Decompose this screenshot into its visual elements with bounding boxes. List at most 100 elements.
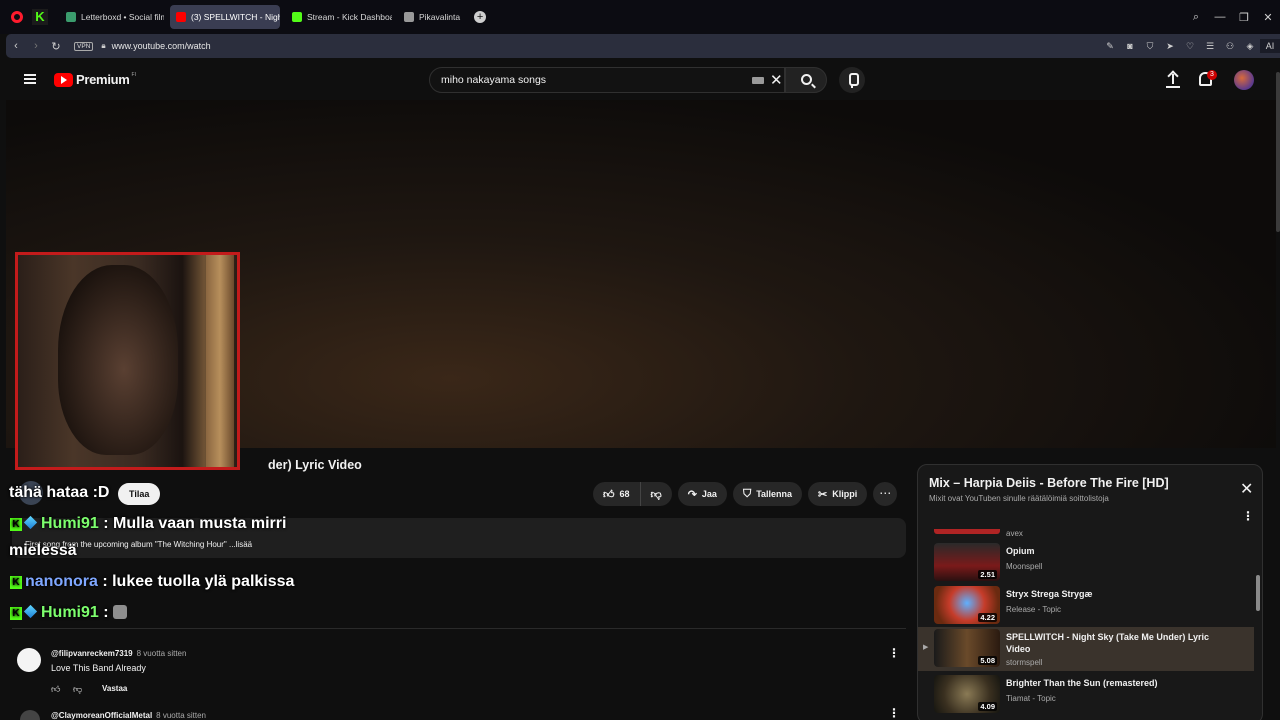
screen: K Letterboxd • Social film d (3) SPELLWI… (0, 0, 1280, 720)
camera-icon[interactable]: ◙ (1120, 41, 1140, 51)
heart-icon[interactable]: ♡ (1180, 41, 1200, 52)
playlist-item[interactable]: 4.22 Stryx Strega Strygæ Release - Topic (918, 584, 1254, 628)
comment-author[interactable]: @ClaymoreanOfficialMetal 8 vuotta sitten (51, 711, 206, 720)
playlist-item-channel: Moonspell (1006, 562, 1043, 571)
kick-badge-icon: K (10, 607, 22, 620)
like-count: 68 (619, 489, 630, 499)
playlist-scrollbar[interactable] (1256, 575, 1260, 611)
webcam-overlay (15, 252, 240, 470)
chat-emote-icon (113, 605, 128, 619)
search-button[interactable] (785, 67, 827, 93)
playlist-thumbnail[interactable]: 4.22 (934, 586, 1000, 624)
subscribe-button[interactable]: Tilaa (118, 483, 161, 505)
comment-author[interactable]: @filipvanreckem7319 8 vuotta sitten (51, 649, 186, 658)
profile-icon[interactable]: ⚇ (1220, 41, 1240, 52)
search-tabs-icon[interactable]: ⌕ (1184, 11, 1208, 24)
like-button[interactable]: 👍︎ 68 (593, 482, 641, 506)
menu-lines-icon[interactable]: ☰ (1200, 41, 1220, 52)
thumbs-down-icon: 👎︎ (650, 488, 662, 501)
close-playlist-icon[interactable]: ✕ (1240, 479, 1253, 499)
address-bar: ‹ › ↻ VPN 🔒︎ www.youtube.com/watch ✎ ◙ ⛉… (6, 34, 1280, 58)
hamburger-menu-icon[interactable] (24, 74, 36, 84)
playlist-item-title[interactable]: Brighter Than the Sun (remastered) (1006, 677, 1226, 689)
comment-avatar[interactable] (17, 648, 41, 672)
new-tab-icon[interactable]: + (474, 11, 487, 23)
clip-button[interactable]: ✂ Klippi (808, 482, 868, 506)
upload-icon[interactable] (1166, 70, 1180, 88)
tab-label: Pikavalinta (419, 12, 461, 22)
playlist-thumbnail[interactable]: 4.09 (934, 675, 1000, 713)
forward-icon[interactable]: › (26, 40, 46, 52)
duration-badge: 2.51 (978, 570, 997, 579)
lock-icon[interactable]: 🔒︎ (101, 41, 105, 51)
playlist-more-icon[interactable]: ⋮ (1242, 509, 1254, 523)
vpn-badge[interactable]: VPN (74, 41, 94, 51)
clear-search-icon[interactable]: ✕ (770, 71, 783, 89)
send-icon[interactable]: ➤ (1160, 41, 1180, 52)
comment-time[interactable]: 8 vuotta sitten (137, 649, 187, 658)
url-field[interactable]: www.youtube.com/watch (112, 41, 211, 51)
playlist-item-channel: stormspell (1006, 658, 1043, 667)
edit-icon[interactable]: ✎ (1100, 41, 1120, 52)
previous-item-channel: avex (1006, 529, 1023, 538)
browser-tab-bar: K Letterboxd • Social film d (3) SPELLWI… (0, 0, 1280, 34)
dislike-button[interactable]: 👎︎ (640, 482, 672, 506)
save-button[interactable]: ⛉ Tallenna (732, 482, 803, 506)
playlist-item-title[interactable]: Opium (1006, 545, 1226, 557)
logo-text: Premium (76, 72, 130, 87)
page-scrollbar[interactable] (1276, 72, 1280, 232)
video-title: der) Lyric Video (268, 458, 362, 472)
thumbs-up-icon: 👍︎ (603, 488, 615, 501)
more-actions-icon[interactable]: ⋯ (873, 482, 898, 506)
playlist-thumbnail[interactable]: 5.08 (934, 629, 1000, 667)
shield-icon[interactable]: ⛉ (1140, 41, 1160, 52)
like-dislike-group: 👍︎ 68 👎︎ (593, 482, 672, 506)
tab-kick-dashboard[interactable]: Stream - Kick Dashboard (286, 5, 392, 29)
comment-text: Love This Band Already (51, 663, 146, 673)
cube-icon[interactable]: ◈ (1240, 41, 1260, 52)
restore-icon[interactable]: ❐ (1232, 11, 1256, 24)
letterboxd-favicon-icon (66, 12, 76, 22)
playlist-title[interactable]: Mix – Harpia Deiis - Before The Fire [HD… (929, 476, 1169, 490)
comment-like-icon[interactable]: 👍︎ (51, 684, 60, 695)
ai-button[interactable]: AI (1260, 39, 1280, 53)
playlist-item[interactable]: 4.09 Brighter Than the Sun (remastered) … (918, 673, 1254, 717)
playlist-item-current[interactable]: ▶ 5.08 SPELLWITCH - Night Sky (Take Me U… (918, 627, 1254, 671)
grid-favicon-icon (404, 12, 414, 22)
previous-item-thumb[interactable] (934, 529, 1000, 534)
logo-region: FI (131, 71, 136, 78)
comment-reply-button[interactable]: Vastaa (102, 684, 127, 693)
chat-text: mielessä (9, 542, 77, 559)
comment-author-name[interactable]: @filipvanreckem7319 (51, 649, 133, 658)
share-button[interactable]: ↷ Jaa (677, 482, 727, 506)
tab-pikavalinta[interactable]: Pikavalinta (398, 5, 466, 29)
playlist-thumbnail[interactable]: 2.51 (934, 543, 1000, 581)
search-input[interactable] (441, 74, 731, 86)
opera-logo-icon[interactable] (11, 11, 23, 23)
voice-search-icon[interactable] (839, 67, 865, 93)
comment-more-icon[interactable]: ⋮ (888, 706, 900, 720)
reload-icon[interactable]: ↻ (46, 40, 66, 53)
minimize-icon[interactable]: — (1208, 11, 1232, 23)
scissors-icon: ✂ (818, 488, 828, 501)
chat-username: nanonora (25, 573, 98, 590)
comment-more-icon[interactable]: ⋮ (888, 646, 900, 660)
playlist-item[interactable]: 2.51 Opium Moonspell (918, 541, 1254, 585)
keyboard-icon[interactable] (752, 77, 764, 84)
tab-letterboxd[interactable]: Letterboxd • Social film d (60, 5, 164, 29)
kick-sidebar-icon[interactable]: K (32, 9, 48, 25)
chat-text: : Mulla vaan musta mirri (98, 515, 287, 532)
account-avatar[interactable] (1234, 70, 1254, 90)
comment-avatar[interactable] (20, 710, 40, 720)
playlist-item-title[interactable]: Stryx Strega Strygæ (1006, 588, 1226, 600)
comment-time[interactable]: 8 vuotta sitten (156, 711, 206, 720)
save-label: Tallenna (756, 489, 793, 499)
comment-author-name[interactable]: @ClaymoreanOfficialMetal (51, 711, 152, 720)
tab-youtube[interactable]: (3) SPELLWITCH - Night S (170, 5, 280, 29)
youtube-premium-logo[interactable]: Premium FI (54, 72, 136, 87)
close-window-icon[interactable]: ✕ (1256, 11, 1280, 24)
chat-message: mielessä (9, 542, 77, 560)
back-icon[interactable]: ‹ (6, 40, 26, 52)
playlist-item-title[interactable]: SPELLWITCH - Night Sky (Take Me Under) L… (1006, 631, 1226, 655)
comment-dislike-icon[interactable]: 👎︎ (73, 684, 82, 695)
